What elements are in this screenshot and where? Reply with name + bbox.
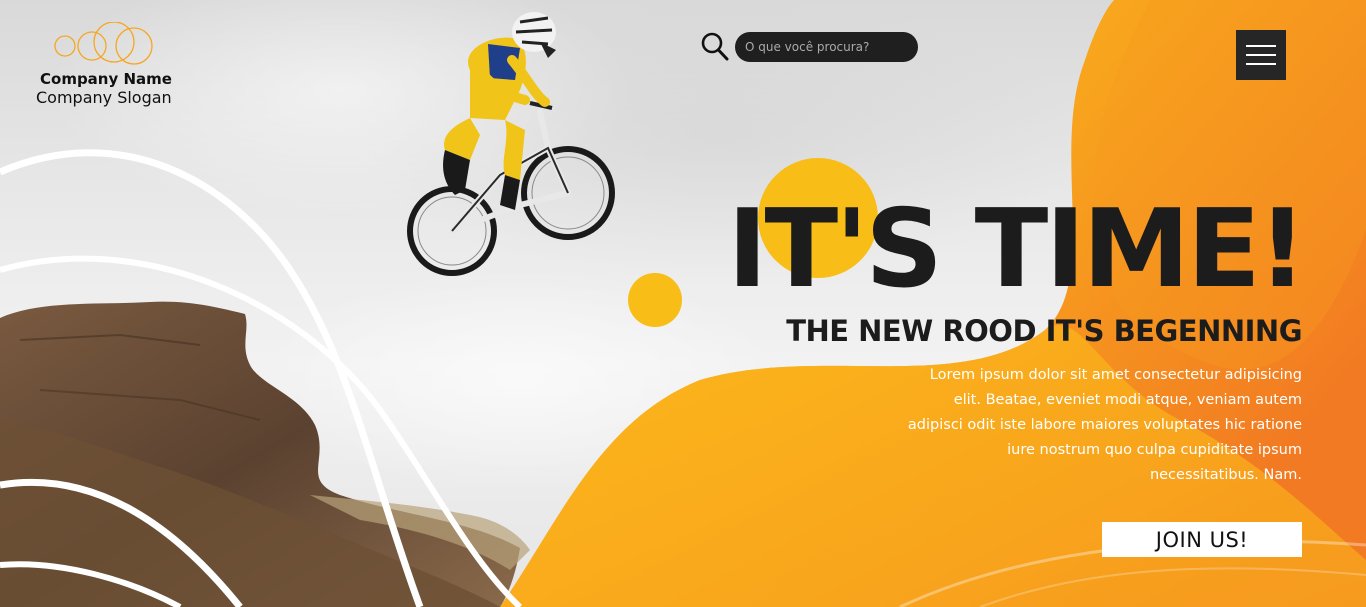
logo-rings-icon — [54, 22, 153, 65]
search-input[interactable] — [735, 32, 918, 62]
hamburger-line — [1246, 54, 1276, 56]
hamburger-menu-button[interactable] — [1236, 30, 1286, 80]
hamburger-line — [1246, 63, 1276, 65]
join-us-button[interactable]: JOIN US! — [1102, 522, 1302, 557]
hero-headline: IT'S TIME! — [727, 187, 1307, 312]
search-icon[interactable] — [701, 32, 729, 62]
company-name: Company Name — [40, 70, 172, 88]
hero-body-text: Lorem ipsum dolor sit amet consectetur a… — [907, 367, 1302, 483]
company-slogan: Company Slogan — [36, 88, 172, 107]
hamburger-line — [1246, 45, 1276, 47]
hero-subheadline: THE NEW ROOD IT'S BEGENNING — [786, 314, 1302, 348]
hero-section: Company Name Company Slogan IT'S TIME! T… — [0, 0, 1366, 607]
